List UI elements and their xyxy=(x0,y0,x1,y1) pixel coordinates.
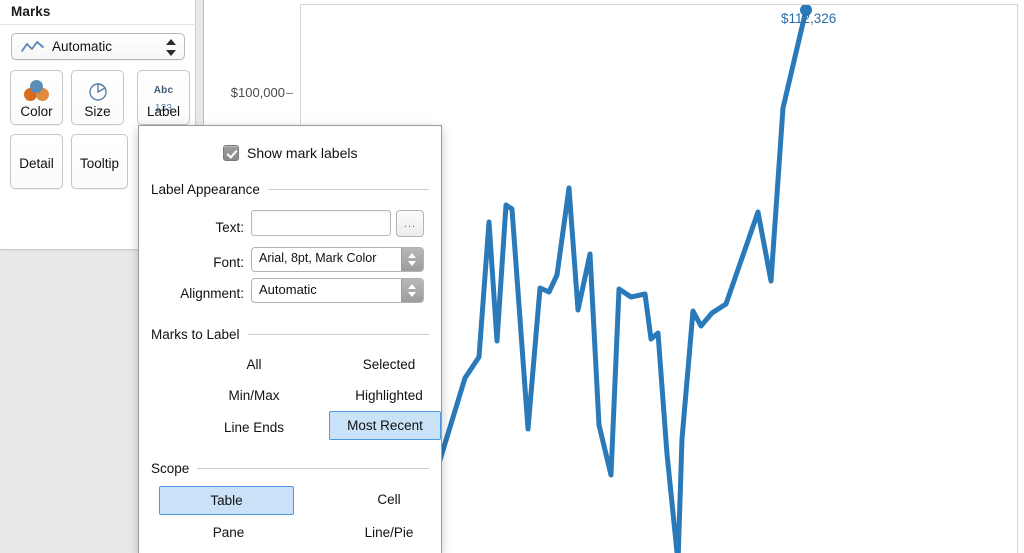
option-selected[interactable]: Selected xyxy=(334,352,444,378)
shelf-detail-button[interactable]: Detail xyxy=(10,134,63,189)
mark-label-dialog: Show mark labels Label Appearance Text: … xyxy=(138,125,442,553)
shelf-tooltip-button[interactable]: Tooltip xyxy=(71,134,128,189)
section-divider xyxy=(197,468,429,469)
option-min-max[interactable]: Min/Max xyxy=(199,383,309,409)
size-circle-icon xyxy=(72,80,123,107)
line-chart-icon xyxy=(21,40,45,55)
scope-option-cell[interactable]: Cell xyxy=(334,487,444,513)
show-mark-labels-label: Show mark labels xyxy=(247,145,358,161)
shelf-detail-label: Detail xyxy=(19,156,54,171)
app-root: $100,000 $112,326 Marks Automatic Color … xyxy=(0,0,1024,553)
show-mark-labels-checkbox[interactable] xyxy=(223,145,239,161)
most-recent-mark-label: $112,326 xyxy=(781,11,837,26)
show-mark-labels-row[interactable]: Show mark labels xyxy=(223,145,358,161)
mark-type-dropdown[interactable]: Automatic xyxy=(11,33,185,60)
label-text-input[interactable] xyxy=(251,210,391,236)
option-highlighted[interactable]: Highlighted xyxy=(334,383,444,409)
section-divider xyxy=(267,189,429,190)
font-dropdown-value: Arial, 8pt, Mark Color xyxy=(259,251,377,265)
chevron-updown-icon[interactable] xyxy=(401,279,423,302)
shelf-label-button[interactable]: Abc 123 Label xyxy=(137,70,190,125)
option-most-recent[interactable]: Most Recent xyxy=(329,411,441,440)
scope-title: Scope xyxy=(151,461,190,476)
option-all[interactable]: All xyxy=(199,352,309,378)
shelf-size-button[interactable]: Size xyxy=(71,70,124,125)
alignment-dropdown-value: Automatic xyxy=(259,282,317,297)
section-divider xyxy=(247,334,429,335)
text-field-label: Text: xyxy=(215,220,244,235)
shelf-label-label: Label xyxy=(146,104,181,119)
mark-type-label: Automatic xyxy=(52,39,113,54)
y-axis-tick-mark xyxy=(286,93,293,94)
option-line-ends[interactable]: Line Ends xyxy=(199,415,309,441)
chevron-updown-icon[interactable] xyxy=(401,248,423,271)
marks-to-label-section-header: Marks to Label xyxy=(151,327,443,342)
scope-section-header: Scope xyxy=(151,461,443,476)
scope-option-table[interactable]: Table xyxy=(159,486,294,515)
scope-option-line-pie[interactable]: Line/Pie xyxy=(334,520,444,546)
alignment-field-label: Alignment: xyxy=(180,286,244,301)
marks-card-divider xyxy=(0,24,196,25)
scope-option-pane[interactable]: Pane xyxy=(161,520,296,546)
y-axis-tick-label: $100,000 xyxy=(230,85,285,100)
mark-type-stepper-icon[interactable] xyxy=(166,39,177,56)
color-circles-icon xyxy=(11,80,62,107)
shelf-tooltip-label: Tooltip xyxy=(79,156,120,171)
marks-to-label-title: Marks to Label xyxy=(151,327,240,342)
font-field-label: Font: xyxy=(213,255,244,270)
abc-icon-top: Abc xyxy=(153,85,174,96)
alignment-dropdown[interactable]: Automatic xyxy=(251,278,424,303)
marks-card-title: Marks xyxy=(11,4,51,19)
label-appearance-section-header: Label Appearance xyxy=(151,182,443,197)
shelf-color-label: Color xyxy=(20,104,53,119)
label-appearance-title: Label Appearance xyxy=(151,182,260,197)
shelf-color-button[interactable]: Color xyxy=(10,70,63,125)
text-more-options-button[interactable]: ... xyxy=(396,210,424,237)
shelf-size-label: Size xyxy=(84,104,111,119)
font-dropdown[interactable]: Arial, 8pt, Mark Color xyxy=(251,247,424,272)
